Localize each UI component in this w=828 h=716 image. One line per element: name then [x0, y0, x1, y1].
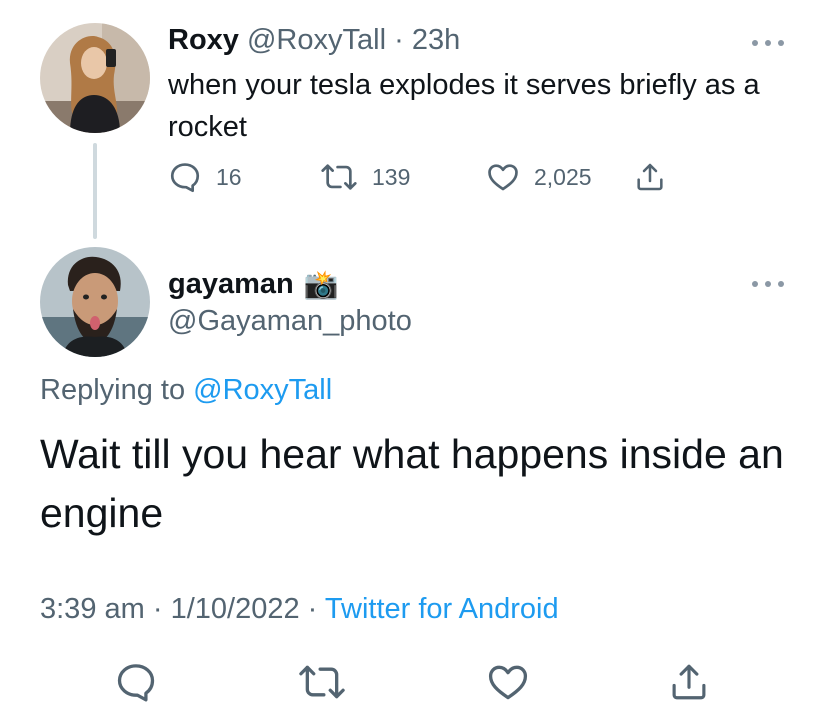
reply-count: 16	[216, 163, 242, 190]
tweet-source-link[interactable]: Twitter for Android	[325, 593, 559, 625]
parent-tweet-header: Roxy @RoxyTall · 23h	[168, 24, 460, 57]
meta-separator: ·	[152, 593, 163, 625]
meta-separator: ·	[394, 24, 404, 56]
more-icon[interactable]	[752, 38, 784, 48]
reply-icon	[168, 160, 202, 194]
reply-author-name[interactable]: gayaman	[168, 268, 294, 301]
share-icon	[634, 160, 666, 194]
share-icon[interactable]	[668, 660, 710, 709]
retweet-icon[interactable]	[298, 660, 346, 709]
parent-tweet-text: when your tesla explodes it serves brief…	[168, 69, 760, 143]
avatar-gayaman[interactable]	[40, 247, 150, 357]
parent-author-handle[interactable]: @RoxyTall	[247, 24, 386, 56]
reply-tweet-text: Wait till you hear what happens inside a…	[40, 431, 784, 536]
tweet-date[interactable]: 1/10/2022	[171, 593, 300, 625]
replying-to: Replying to @RoxyTall	[40, 374, 332, 407]
reply-button[interactable]: 16	[168, 160, 242, 194]
like-button[interactable]: 2,025	[486, 160, 592, 194]
thread-line	[93, 143, 97, 239]
tweet-action-bar	[0, 660, 828, 710]
reply-icon[interactable]	[114, 660, 158, 709]
retweet-button[interactable]: 139	[320, 160, 410, 194]
more-icon[interactable]	[752, 279, 784, 289]
retweet-count: 139	[372, 163, 411, 190]
reply-author-name-row: gayaman 📸	[168, 268, 339, 301]
like-count: 2,025	[534, 163, 592, 190]
like-icon[interactable]	[486, 660, 530, 709]
avatar-roxy[interactable]	[40, 23, 150, 133]
tweet-meta: 3:39 am · 1/10/2022 · Twitter for Androi…	[40, 593, 559, 626]
replying-to-handle-link[interactable]: @RoxyTall	[193, 374, 332, 406]
tweet-time[interactable]: 3:39 am	[40, 593, 145, 625]
retweet-icon	[320, 160, 358, 194]
parent-tweet-time[interactable]: 23h	[412, 24, 460, 56]
camera-flash-emoji-icon: 📸	[303, 268, 339, 301]
replying-to-label: Replying to	[40, 374, 186, 406]
share-button[interactable]	[634, 160, 666, 194]
meta-separator: ·	[307, 593, 318, 625]
reply-author-handle[interactable]: @Gayaman_photo	[168, 305, 412, 338]
like-icon	[486, 160, 520, 194]
parent-author-name[interactable]: Roxy	[168, 24, 239, 56]
